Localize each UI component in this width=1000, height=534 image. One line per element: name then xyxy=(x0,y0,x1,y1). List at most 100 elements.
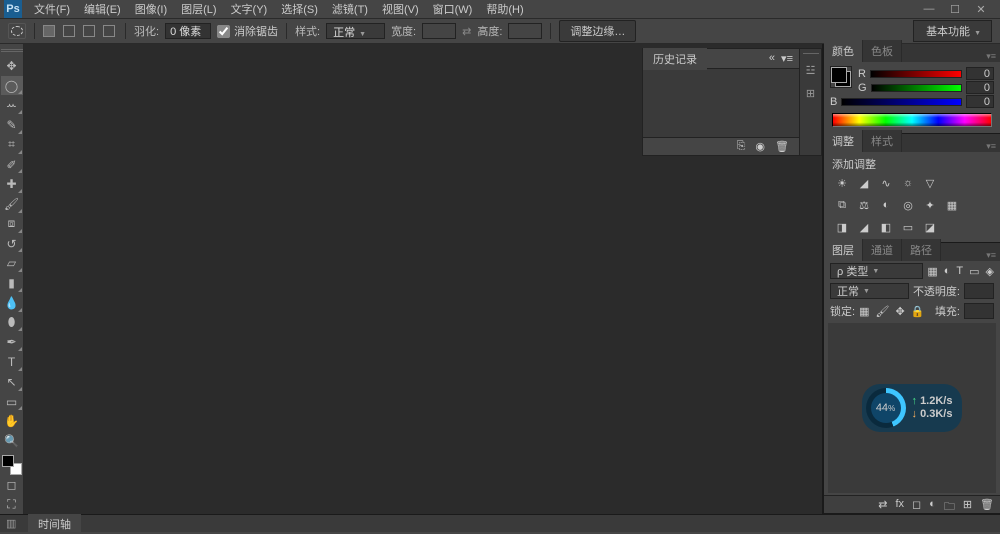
layers-tab[interactable]: 图层 xyxy=(824,239,863,261)
hue-icon[interactable]: ⧉ xyxy=(834,198,850,212)
lasso-tool[interactable]: ꕀ xyxy=(1,95,23,115)
style-select[interactable]: 正常 xyxy=(326,23,385,39)
menu-file[interactable]: 文件(F) xyxy=(28,0,76,19)
group-icon[interactable]: 🗀 xyxy=(944,498,955,511)
color-swatches[interactable] xyxy=(2,455,22,475)
menu-type[interactable]: 文字(Y) xyxy=(225,0,274,19)
refine-edge-button[interactable]: 调整边缘… xyxy=(559,20,636,42)
layer-kind-select[interactable]: ρ 类型 xyxy=(830,263,923,279)
gradient-tool[interactable]: ▮ xyxy=(1,273,23,293)
gradient-map-icon[interactable]: ▭ xyxy=(900,220,916,234)
timeline-tab[interactable]: 时间轴 xyxy=(28,514,81,534)
fill-input[interactable] xyxy=(964,303,994,319)
panel-menu-icon[interactable]: ▾≡ xyxy=(982,250,1000,261)
menu-edit[interactable]: 编辑(E) xyxy=(78,0,127,19)
workspace-switcher[interactable]: 基本功能 xyxy=(913,20,992,42)
channel-mixer-icon[interactable]: ✦ xyxy=(922,198,938,212)
move-tool[interactable]: ✥ xyxy=(1,56,23,76)
brightness-icon[interactable]: ☀ xyxy=(834,176,850,190)
spectrum-ramp[interactable] xyxy=(832,113,992,127)
quick-select-tool[interactable]: ✎ xyxy=(1,115,23,135)
photo-filter-icon[interactable]: ◎ xyxy=(900,198,916,212)
paths-tab[interactable]: 路径 xyxy=(902,239,941,261)
panel-menu-icon[interactable]: ▾≡ xyxy=(982,51,1000,62)
swatches-tab[interactable]: 色板 xyxy=(863,40,902,62)
history-new-doc-icon[interactable]: ⎘ xyxy=(737,140,746,153)
lock-pixels-icon[interactable]: 🖌 xyxy=(875,305,889,318)
blend-mode-select[interactable]: 正常 xyxy=(830,283,909,299)
panel-collapse-icon[interactable]: « xyxy=(769,52,775,65)
stamp-tool[interactable]: ⧈ xyxy=(1,214,23,234)
filter-adjust-icon[interactable]: ◐ xyxy=(944,265,951,278)
selection-intersect-icon[interactable] xyxy=(103,25,115,37)
brush-tool[interactable]: 🖌 xyxy=(1,194,23,214)
history-list[interactable] xyxy=(643,69,799,137)
foreground-swatch[interactable] xyxy=(2,455,14,467)
type-tool[interactable]: T xyxy=(1,352,23,372)
minimize-button[interactable]: — xyxy=(922,3,936,16)
exposure-icon[interactable]: ☼ xyxy=(900,176,916,190)
history-tab[interactable]: 历史记录 xyxy=(643,48,707,70)
selection-add-icon[interactable] xyxy=(63,25,75,37)
screenmode-toggle[interactable]: ⛶ xyxy=(1,494,23,514)
antialias-checkbox[interactable]: 消除锯齿 xyxy=(217,23,278,39)
dock-icon-1[interactable]: ☳ xyxy=(806,64,816,77)
history-delete-icon[interactable]: 🗑 xyxy=(775,140,789,153)
levels-icon[interactable]: ◢ xyxy=(856,176,872,190)
blur-tool[interactable]: 💧 xyxy=(1,293,23,313)
channels-tab[interactable]: 通道 xyxy=(863,239,902,261)
path-select-tool[interactable]: ↖ xyxy=(1,372,23,392)
hand-tool[interactable]: ✋ xyxy=(1,411,23,431)
history-brush-tool[interactable]: ↺ xyxy=(1,234,23,254)
dock-icon-2[interactable]: ⊞ xyxy=(806,87,815,100)
invert-icon[interactable]: ◨ xyxy=(834,220,850,234)
eyedropper-tool[interactable]: ✐ xyxy=(1,155,23,175)
tool-preset-icon[interactable] xyxy=(8,23,26,39)
threshold-icon[interactable]: ◧ xyxy=(878,220,894,234)
quickmask-toggle[interactable]: ◻ xyxy=(1,475,23,495)
filter-shape-icon[interactable]: ▭ xyxy=(969,265,979,278)
color-tab[interactable]: 颜色 xyxy=(824,40,863,62)
curves-icon[interactable]: ∿ xyxy=(878,176,894,190)
feather-input[interactable] xyxy=(165,23,211,39)
filter-pixel-icon[interactable]: ▦ xyxy=(927,265,937,278)
adjust-tab[interactable]: 调整 xyxy=(824,130,863,152)
lock-all-icon[interactable]: 🔒 xyxy=(911,305,925,318)
opacity-input[interactable] xyxy=(964,283,994,299)
swap-icon[interactable]: ⇄ xyxy=(462,25,471,38)
styles-tab[interactable]: 样式 xyxy=(863,130,902,152)
history-snapshot-icon[interactable]: ◉ xyxy=(755,140,765,153)
zoom-tool[interactable]: 🔍 xyxy=(1,431,23,451)
vibrance-icon[interactable]: ▽ xyxy=(922,176,938,190)
healing-tool[interactable]: ✚ xyxy=(1,174,23,194)
g-slider[interactable] xyxy=(871,84,962,92)
crop-tool[interactable]: ⌗ xyxy=(1,135,23,155)
g-value[interactable]: 0 xyxy=(966,81,994,94)
panel-grip[interactable] xyxy=(1,48,23,54)
canvas-area[interactable]: 历史记录 « ▾≡ ⎘ ◉ 🗑 ☳ ⊞ xyxy=(24,44,823,514)
shape-tool[interactable]: ▭ xyxy=(1,392,23,412)
filter-smart-icon[interactable]: ◈ xyxy=(986,265,994,278)
panel-menu-icon[interactable]: ▾≡ xyxy=(781,52,793,65)
mini-bridge-icon[interactable]: ▥ xyxy=(6,517,22,530)
menu-view[interactable]: 视图(V) xyxy=(376,0,425,19)
panel-menu-icon[interactable]: ▾≡ xyxy=(982,141,1000,152)
selection-new-icon[interactable] xyxy=(43,25,55,37)
layers-list[interactable]: 44% ↑ 1.2K/s ↓ 0.3K/s xyxy=(828,323,996,493)
net-speed-widget[interactable]: 44% ↑ 1.2K/s ↓ 0.3K/s xyxy=(862,384,963,432)
menu-window[interactable]: 窗口(W) xyxy=(427,0,479,19)
selection-subtract-icon[interactable] xyxy=(83,25,95,37)
marquee-tool[interactable]: ◯ xyxy=(1,76,23,96)
layer-fx-icon[interactable]: fx xyxy=(895,498,904,511)
r-value[interactable]: 0 xyxy=(966,67,994,80)
dodge-tool[interactable]: ⬮ xyxy=(1,313,23,333)
selective-color-icon[interactable]: ◪ xyxy=(922,220,938,234)
link-layers-icon[interactable]: ⇄ xyxy=(878,498,887,511)
layer-mask-icon[interactable]: ◻ xyxy=(912,498,921,511)
color-mini-swatch[interactable] xyxy=(830,66,852,88)
adjustment-layer-icon[interactable]: ◐ xyxy=(929,498,936,511)
lock-transparent-icon[interactable]: ▦ xyxy=(859,305,869,318)
close-button[interactable]: ✕ xyxy=(974,3,988,16)
new-layer-icon[interactable]: ⊞ xyxy=(963,498,972,511)
menu-help[interactable]: 帮助(H) xyxy=(480,0,529,19)
